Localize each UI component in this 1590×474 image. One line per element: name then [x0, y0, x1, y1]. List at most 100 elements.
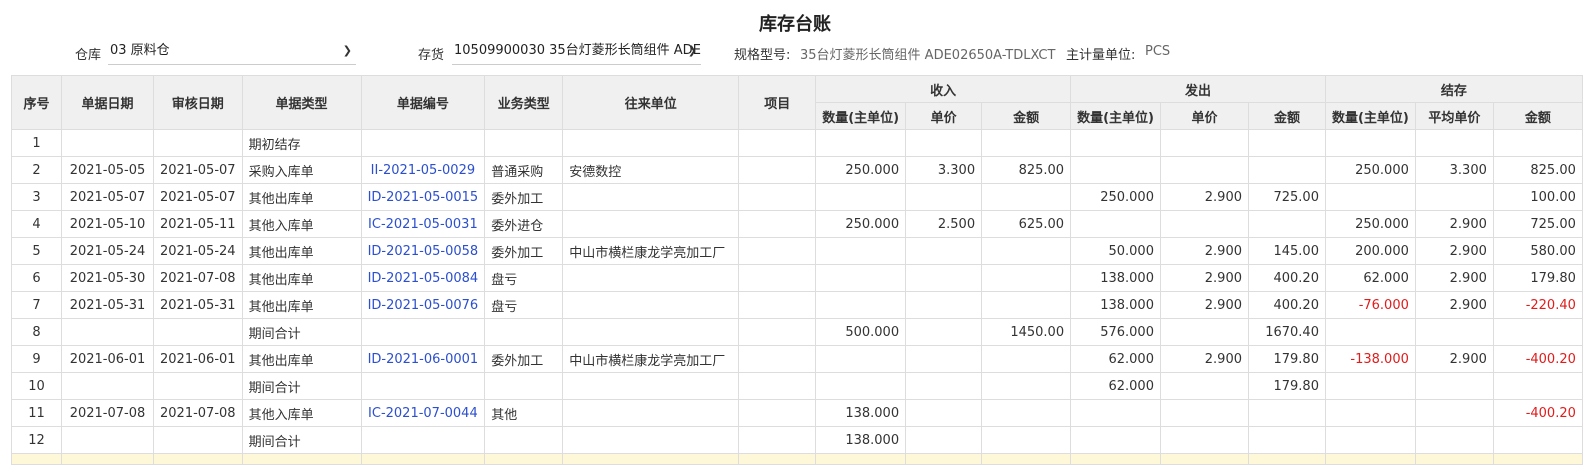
cell-in-qty	[815, 291, 907, 319]
cell-bal-price: 3.300	[1414, 156, 1494, 184]
cell-partner: 中山市横栏康龙学亮加工厂	[562, 345, 740, 373]
cell-empty	[562, 453, 740, 465]
cell-biz-type: 委外加工	[484, 183, 564, 211]
cell-in-price	[905, 345, 983, 373]
cell-seq: 6	[11, 264, 62, 292]
cell-project	[738, 129, 817, 157]
cell-seq: 4	[11, 210, 62, 238]
cell-empty	[241, 453, 362, 465]
table-row[interactable]: 12 期间合计 138.000	[11, 426, 1583, 454]
table-row[interactable]: 10 期间合计 62.000 179.80	[11, 372, 1583, 400]
cell-doc-no[interactable]: ID-2021-06-0001	[360, 345, 486, 373]
cell-seq: 9	[11, 345, 62, 373]
cell-doc-type: 采购入库单	[241, 156, 362, 184]
inventory-label: 存货	[418, 48, 445, 63]
cell-in-qty	[815, 345, 907, 373]
cell-bal-price	[1414, 372, 1494, 400]
cell-in-qty	[815, 264, 907, 292]
cell-empty	[738, 453, 817, 465]
col-out-price: 单价	[1159, 102, 1249, 130]
col-doc-date: 单据日期	[61, 75, 154, 130]
cell-bal-qty	[1324, 129, 1416, 157]
unit-value: PCS	[1145, 44, 1171, 59]
spec-label: 规格型号:	[734, 48, 791, 63]
cell-empty	[484, 453, 564, 465]
col-bal-amount: 金额	[1492, 102, 1583, 130]
cell-out-amt	[1247, 129, 1326, 157]
cell-out-amt: 179.80	[1247, 372, 1326, 400]
cell-out-amt: 179.80	[1247, 345, 1326, 373]
cell-seq: 5	[11, 237, 62, 265]
cell-audit-date: 2021-05-07	[153, 183, 243, 211]
col-group-out: 发出	[1070, 75, 1326, 103]
cell-bal-qty: 62.000	[1324, 264, 1416, 292]
cell-audit-date: 2021-05-11	[153, 210, 243, 238]
cell-in-qty: 250.000	[815, 156, 907, 184]
cell-bal-price: 2.900	[1414, 345, 1494, 373]
cell-out-amt: 400.20	[1247, 291, 1326, 319]
table-row[interactable]: 5 2021-05-24 2021-05-24 其他出库单 ID-2021-05-005…	[11, 237, 1583, 265]
cell-out-price	[1159, 399, 1249, 427]
col-partner: 往来单位	[562, 75, 740, 130]
cell-out-qty	[1070, 156, 1161, 184]
cell-audit-date: 2021-07-08	[153, 399, 243, 427]
table-row[interactable]: 1 期初结存	[11, 129, 1583, 157]
cell-empty	[815, 453, 907, 465]
cell-biz-type: 其他	[484, 399, 564, 427]
unit-label: 主计量单位:	[1066, 48, 1136, 63]
cell-in-amt	[981, 291, 1072, 319]
cell-doc-no[interactable]: ID-2021-05-0058	[360, 237, 486, 265]
cell-doc-no[interactable]: ID-2021-05-0015	[360, 183, 486, 211]
cell-partner	[562, 129, 740, 157]
cell-biz-type: 盘亏	[484, 264, 564, 292]
cell-in-amt	[981, 129, 1072, 157]
cell-out-qty: 576.000	[1070, 318, 1161, 346]
cell-empty	[1070, 453, 1161, 465]
cell-doc-no[interactable]: ID-2021-05-0076	[360, 291, 486, 319]
cell-doc-no[interactable]: ID-2021-05-0084	[360, 264, 486, 292]
cell-doc-type: 期间合计	[241, 426, 362, 454]
cell-audit-date	[153, 372, 243, 400]
cell-bal-price	[1414, 129, 1494, 157]
cell-doc-type: 其他出库单	[241, 345, 362, 373]
cell-bal-qty	[1324, 426, 1416, 454]
cell-project	[738, 345, 817, 373]
cell-bal-price: 2.900	[1414, 264, 1494, 292]
cell-doc-date: 2021-07-08	[61, 399, 154, 427]
table-row[interactable]: 7 2021-05-31 2021-05-31 其他出库单 ID-2021-05-007…	[11, 291, 1583, 319]
table-row[interactable]: 4 2021-05-10 2021-05-11 其他入库单 IC-2021-05-003…	[11, 210, 1583, 238]
col-out-qty: 数量(主单位)	[1070, 102, 1161, 130]
cell-doc-no[interactable]: II-2021-05-0029	[360, 156, 486, 184]
cell-empty	[1492, 453, 1583, 465]
table-row[interactable]: 8 期间合计 500.000 1450.00 576.000 1670.40	[11, 318, 1583, 346]
cell-bal-price	[1414, 399, 1494, 427]
cell-partner	[562, 291, 740, 319]
cell-biz-type: 委外加工	[484, 237, 564, 265]
inventory-select[interactable]: 10509900030 35台灯菱形长筒组件 ADE( ❯	[452, 38, 701, 65]
table-row[interactable]: 2 2021-05-05 2021-05-07 采购入库单 II-2021-05-002…	[11, 156, 1583, 184]
cell-partner	[562, 318, 740, 346]
cell-empty	[11, 453, 62, 465]
table-row[interactable]: 3 2021-05-07 2021-05-07 其他出库单 ID-2021-05-001…	[11, 183, 1583, 211]
cell-in-price: 3.300	[905, 156, 983, 184]
cell-doc-type: 其他出库单	[241, 264, 362, 292]
table-row[interactable]: 11 2021-07-08 2021-07-08 其他入库单 IC-2021-07-00…	[11, 399, 1583, 427]
cell-out-qty: 62.000	[1070, 345, 1161, 373]
table-row[interactable]: 9 2021-06-01 2021-06-01 其他出库单 ID-2021-06-000…	[11, 345, 1583, 373]
cell-in-amt: 825.00	[981, 156, 1072, 184]
cell-biz-type: 盘亏	[484, 291, 564, 319]
cell-bal-amt	[1492, 426, 1583, 454]
cell-doc-no[interactable]: IC-2021-07-0044	[360, 399, 486, 427]
cell-out-price: 2.900	[1159, 291, 1249, 319]
warehouse-select[interactable]: 03 原料仓 ❯	[108, 38, 356, 65]
col-out-amount: 金额	[1247, 102, 1326, 130]
cell-doc-type: 期间合计	[241, 372, 362, 400]
cell-out-amt: 1670.40	[1247, 318, 1326, 346]
cell-doc-type: 其他入库单	[241, 210, 362, 238]
inventory-select-value: 10509900030 35台灯菱形长筒组件 ADE(	[454, 43, 701, 58]
table-row[interactable]: 6 2021-05-30 2021-07-08 其他出库单 ID-2021-05-008…	[11, 264, 1583, 292]
cell-doc-no[interactable]: IC-2021-05-0031	[360, 210, 486, 238]
cell-out-qty	[1070, 426, 1161, 454]
cell-out-qty	[1070, 210, 1161, 238]
cell-in-amt	[981, 183, 1072, 211]
